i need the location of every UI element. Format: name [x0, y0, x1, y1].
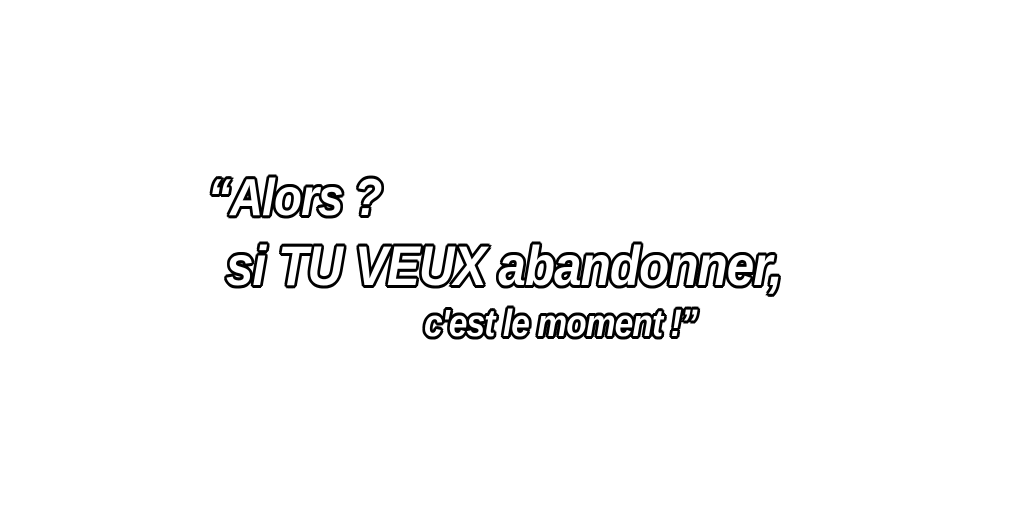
quote-line-2: si TU VEUX abandonner, — [225, 234, 784, 297]
speech-canvas: “Alors ? si TU VEUX abandonner, c'est le… — [0, 0, 1024, 512]
quote-line-1: “Alors ? — [207, 169, 384, 227]
quote-line-3: c'est le moment !” — [423, 303, 699, 345]
